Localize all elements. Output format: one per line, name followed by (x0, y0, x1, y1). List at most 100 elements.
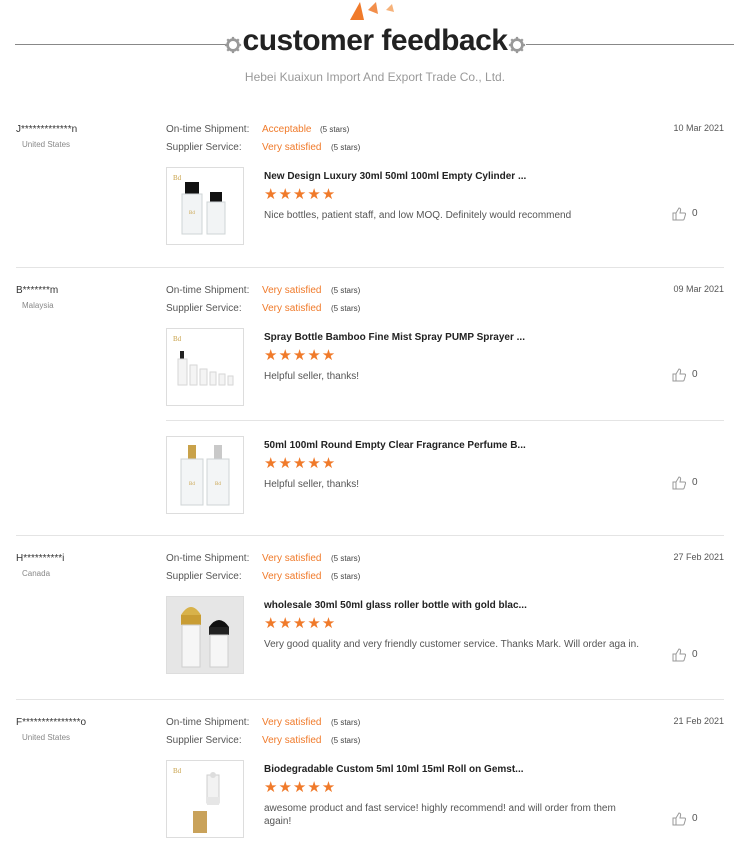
shipment-rating: Very satisfied (262, 285, 322, 296)
like-count: 0 (692, 813, 698, 824)
like-button[interactable]: 0 (672, 368, 706, 384)
product-item: Bd Bd New Design Luxury 30ml 50ml 100ml … (166, 167, 724, 245)
service-rating: Very satisfied (262, 142, 322, 153)
like-button[interactable]: 0 (672, 207, 706, 223)
review-divider (16, 535, 724, 536)
service-stars: (5 stars) (331, 736, 361, 745)
product-item: Bd Spray Bottle Bamboo Fine Mist Spray P… (166, 328, 724, 406)
reviewer-name: B*******m (16, 285, 59, 296)
thumbs-up-icon (672, 812, 686, 826)
product-image[interactable]: Bd (166, 760, 244, 838)
like-button[interactable]: 0 (672, 476, 706, 492)
product-rating-stars: ★★★★★ (264, 186, 337, 203)
svg-text:Bd: Bd (189, 211, 195, 216)
review-date: 10 Mar 2021 (673, 123, 724, 133)
header-divider-right (526, 44, 734, 45)
shipment-rating: Acceptable (262, 124, 312, 135)
product-rating-stars: ★★★★★ (264, 779, 337, 796)
service-label: Supplier Service: (166, 571, 242, 582)
service-rating: Very satisfied (262, 571, 322, 582)
thumbs-up-icon (672, 648, 686, 662)
shipment-stars: (5 stars) (331, 286, 361, 295)
product-title[interactable]: Spray Bottle Bamboo Fine Mist Spray PUMP… (264, 332, 525, 343)
shipment-rating: Very satisfied (262, 717, 322, 728)
shipment-stars: (5 stars) (331, 554, 361, 563)
product-image[interactable]: Bd Bd (166, 436, 244, 514)
product-image[interactable]: Bd (166, 328, 244, 406)
product-divider (166, 420, 724, 421)
shipment-label: On-time Shipment: (166, 717, 250, 728)
review-comment: Helpful seller, thanks! (264, 479, 360, 490)
reviewer-country: United States (22, 733, 71, 742)
triangle-decoration-icon (350, 2, 394, 20)
product-title[interactable]: Biodegradable Custom 5ml 10ml 15ml Roll … (264, 764, 524, 775)
company-name: Hebei Kuaixun Import And Export Trade Co… (244, 70, 506, 84)
review-divider (16, 699, 724, 700)
reviewer-name: H**********i (16, 553, 65, 564)
gear-icon (508, 36, 526, 54)
product-item: Bd Bd 50ml 100ml Round Empty Clear Fragr… (166, 436, 724, 514)
shipment-label: On-time Shipment: (166, 553, 250, 564)
spray-bottle-set-icon: Bd (173, 335, 234, 386)
review-divider (16, 267, 724, 268)
shipment-stars: (5 stars) (320, 125, 350, 134)
page-title: customer feedback (242, 24, 508, 57)
review-comment: Very good quality and very friendly cust… (264, 639, 639, 650)
service-stars: (5 stars) (331, 304, 361, 313)
review-card: F***************o United States 21 Feb 2… (16, 715, 724, 855)
service-rating: Very satisfied (262, 735, 322, 746)
thumbs-up-icon (672, 476, 686, 490)
product-title[interactable]: 50ml 100ml Round Empty Clear Fragrance P… (264, 440, 526, 451)
service-label: Supplier Service: (166, 142, 242, 153)
review-comment: Helpful seller, thanks! (264, 371, 360, 382)
svg-text:Bd: Bd (215, 482, 221, 487)
product-rating-stars: ★★★★★ (264, 455, 337, 472)
review-card: J*************n United States 10 Mar 202… (16, 122, 724, 262)
product-rating-stars: ★★★★★ (264, 615, 337, 632)
reviewer-name: F***************o (16, 717, 87, 728)
service-label: Supplier Service: (166, 735, 242, 746)
product-title[interactable]: wholesale 30ml 50ml glass roller bottle … (264, 600, 527, 611)
reviewer-country: Malaysia (22, 301, 54, 310)
shipment-stars: (5 stars) (331, 718, 361, 727)
like-button[interactable]: 0 (672, 648, 706, 664)
thumbs-up-icon (672, 207, 686, 221)
like-count: 0 (692, 208, 698, 219)
like-button[interactable]: 0 (672, 812, 706, 828)
shipment-label: On-time Shipment: (166, 285, 250, 296)
review-card: B*******m Malaysia 09 Mar 2021 On-time S… (16, 283, 724, 523)
section-header: customer feedback Hebei Kuaixun Import A… (0, 0, 750, 100)
svg-text:Bd: Bd (173, 174, 182, 182)
product-rating-stars: ★★★★★ (264, 347, 337, 364)
svg-text:Bd: Bd (173, 335, 182, 343)
service-rating: Very satisfied (262, 303, 322, 314)
reviewer-name: J*************n (16, 124, 78, 135)
reviewer-country: Canada (22, 569, 51, 578)
svg-text:Bd: Bd (173, 767, 182, 775)
thumbs-up-icon (672, 368, 686, 382)
review-comment: awesome product and fast service! highly… (264, 803, 616, 827)
review-date: 21 Feb 2021 (673, 716, 724, 726)
like-count: 0 (692, 649, 698, 660)
roller-bottles-icon (167, 597, 243, 673)
service-label: Supplier Service: (166, 303, 242, 314)
product-item: Bd Biodegradable Custom 5ml 10ml 15ml Ro… (166, 760, 724, 838)
reviewer-country: United States (22, 140, 71, 149)
like-count: 0 (692, 477, 698, 488)
review-date: 27 Feb 2021 (673, 552, 724, 562)
product-image[interactable] (166, 596, 244, 674)
shipment-rating: Very satisfied (262, 553, 322, 564)
review-date: 09 Mar 2021 (673, 284, 724, 294)
service-stars: (5 stars) (331, 572, 361, 581)
product-title[interactable]: New Design Luxury 30ml 50ml 100ml Empty … (264, 171, 526, 182)
two-perfume-bottles-icon: Bd Bd (180, 445, 230, 506)
roll-on-bottle-icon: Bd (173, 767, 220, 833)
review-comment: Nice bottles, patient staff, and low MOQ… (264, 210, 572, 221)
service-stars: (5 stars) (331, 143, 361, 152)
like-count: 0 (692, 369, 698, 380)
product-item: wholesale 30ml 50ml glass roller bottle … (166, 596, 724, 674)
shipment-label: On-time Shipment: (166, 124, 250, 135)
two-bottles-black-caps-icon: Bd Bd (173, 174, 226, 235)
review-card: H**********i Canada 27 Feb 2021 On-time … (16, 551, 724, 691)
product-image[interactable]: Bd Bd (166, 167, 244, 245)
